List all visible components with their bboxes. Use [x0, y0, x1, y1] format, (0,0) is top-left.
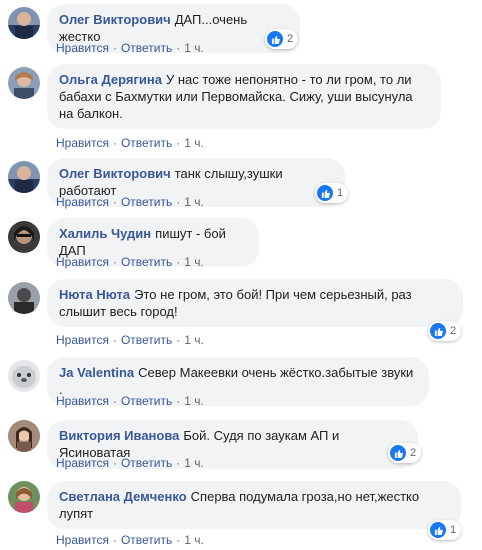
comment-time[interactable]: 1 ч. [184, 456, 204, 470]
like-reaction-icon [390, 445, 406, 461]
separator-dot: · [176, 195, 181, 209]
reply-link[interactable]: Ответить [121, 394, 172, 408]
reaction-count-value: 2 [410, 447, 417, 459]
reply-link[interactable]: Ответить [121, 456, 172, 470]
reaction-count-value: 2 [450, 325, 457, 337]
like-link[interactable]: Нравится [56, 456, 109, 470]
avatar-photo-icon [8, 481, 40, 513]
reply-link[interactable]: Ответить [121, 333, 172, 347]
comment-actions: Нравится · Ответить · 1 ч. [56, 455, 204, 471]
comment-actions: Нравится · Ответить · 1 ч. [56, 194, 204, 210]
avatar[interactable] [8, 161, 40, 193]
reaction-count-value: 1 [450, 524, 457, 536]
comment-actions: Нравится · Ответить · 1 ч. [56, 393, 204, 409]
avatar-photo-icon [8, 161, 40, 193]
like-reaction-icon [430, 522, 446, 538]
like-reaction-icon [317, 185, 333, 201]
reaction-count[interactable]: 2 [265, 29, 299, 49]
avatar[interactable] [8, 67, 40, 99]
separator-dot: · [176, 41, 181, 55]
comment-time[interactable]: 1 ч. [184, 394, 204, 408]
like-link[interactable]: Нравится [56, 533, 109, 547]
comment-actions: Нравится · Ответить · 1 ч. [56, 135, 204, 151]
separator-dot: · [112, 456, 117, 470]
separator-dot: · [112, 255, 117, 269]
comment-bubble: Светлана Демченко Сперва подумала гроза,н… [47, 481, 461, 529]
comment-author[interactable]: Виктория Иванова [59, 428, 179, 443]
separator-dot: · [112, 394, 117, 408]
separator-dot: · [176, 255, 181, 269]
comment-time[interactable]: 1 ч. [184, 136, 204, 150]
comment-time[interactable]: 1 ч. [184, 255, 204, 269]
comment-author[interactable]: Ольга Дерягина [59, 72, 162, 87]
avatar-photo-icon [8, 221, 40, 253]
comment-author[interactable]: Ja Valentina [59, 365, 134, 380]
reaction-count[interactable]: 1 [315, 183, 349, 203]
seal-avatar-icon [8, 360, 40, 392]
reaction-count[interactable]: 1 [428, 520, 462, 540]
comment-author[interactable]: Светлана Демченко [59, 489, 187, 504]
avatar[interactable] [8, 282, 40, 314]
like-link[interactable]: Нравится [56, 136, 109, 150]
like-link[interactable]: Нравится [56, 394, 109, 408]
separator-dot: · [176, 456, 181, 470]
comment-bubble: Ольга Дерягина У нас тоже непонятно - то … [47, 64, 441, 129]
separator-dot: · [176, 533, 181, 547]
avatar[interactable] [8, 360, 40, 392]
separator-dot: · [112, 41, 117, 55]
separator-dot: · [176, 394, 181, 408]
reaction-count[interactable]: 2 [388, 443, 422, 463]
comment-author[interactable]: Нюта Нюта [59, 287, 130, 302]
avatar-photo-icon [8, 67, 40, 99]
separator-dot: · [176, 333, 181, 347]
avatar-photo-icon [8, 7, 40, 39]
comment-actions: Нравится · Ответить · 1 ч. [56, 532, 204, 548]
like-reaction-icon [267, 31, 283, 47]
comment-actions: Нравится · Ответить · 1 ч. [56, 40, 204, 56]
comment-author[interactable]: Халиль Чудин [59, 226, 151, 241]
reaction-count-value: 2 [287, 33, 294, 45]
separator-dot: · [112, 136, 117, 150]
comment-time[interactable]: 1 ч. [184, 333, 204, 347]
comment-author[interactable]: Олег Викторович [59, 12, 171, 27]
like-link[interactable]: Нравится [56, 333, 109, 347]
reaction-count[interactable]: 2 [428, 321, 462, 341]
reply-link[interactable]: Ответить [121, 533, 172, 547]
reply-link[interactable]: Ответить [121, 41, 172, 55]
comment-time[interactable]: 1 ч. [184, 533, 204, 547]
comment-actions: Нравится · Ответить · 1 ч. [56, 254, 204, 270]
reply-link[interactable]: Ответить [121, 136, 172, 150]
avatar-photo-icon [8, 282, 40, 314]
comment-time[interactable]: 1 ч. [184, 41, 204, 55]
like-link[interactable]: Нравится [56, 195, 109, 209]
like-reaction-icon [430, 323, 446, 339]
reaction-count-value: 1 [337, 187, 344, 199]
like-link[interactable]: Нравится [56, 255, 109, 269]
avatar[interactable] [8, 420, 40, 452]
like-link[interactable]: Нравится [56, 41, 109, 55]
separator-dot: · [112, 533, 117, 547]
comment-bubble: Нюта Нюта Это не гром, это бой! При чем с… [47, 279, 463, 327]
avatar[interactable] [8, 221, 40, 253]
comment-author[interactable]: Олег Викторович [59, 166, 171, 181]
separator-dot: · [176, 136, 181, 150]
reply-link[interactable]: Ответить [121, 195, 172, 209]
comment-time[interactable]: 1 ч. [184, 195, 204, 209]
reply-link[interactable]: Ответить [121, 255, 172, 269]
separator-dot: · [112, 333, 117, 347]
avatar-photo-icon [8, 420, 40, 452]
avatar[interactable] [8, 481, 40, 513]
separator-dot: · [112, 195, 117, 209]
comment-actions: Нравится · Ответить · 1 ч. [56, 332, 204, 348]
avatar[interactable] [8, 7, 40, 39]
